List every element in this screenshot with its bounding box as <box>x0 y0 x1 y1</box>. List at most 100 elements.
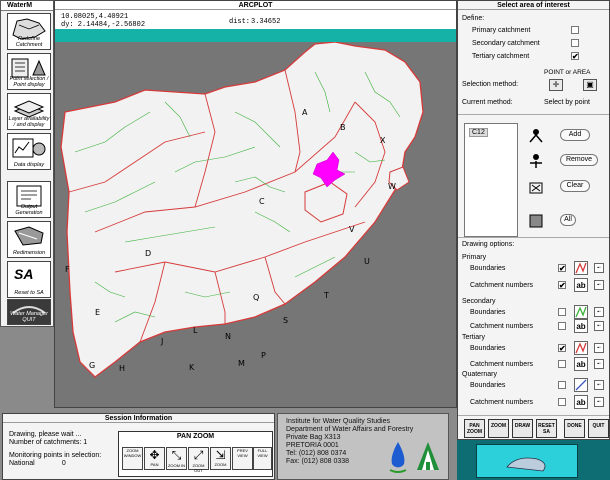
output-generation-button[interactable]: Output Generation <box>7 181 51 218</box>
line-style-icon <box>575 306 587 318</box>
reset-sa-label: Reset to SA <box>14 290 44 296</box>
map-label-d: D <box>145 249 151 258</box>
coordinate-xy: 10.08025,4.40921 <box>61 13 129 21</box>
secondary-boundary-style-button[interactable]: ▪▫ <box>594 307 604 317</box>
prev-view-button[interactable]: PREV VIEW <box>232 447 253 470</box>
tertiary-boundary-style-button[interactable]: ▪▫ <box>594 343 604 353</box>
map-label-l: L <box>193 326 198 335</box>
map-canvas[interactable]: A B X W C D V U F T E S J L N K M P G H <box>55 42 456 407</box>
redimension-label: Redimension <box>12 250 46 256</box>
zoom-window-button[interactable]: ZOOM WINDOW <box>122 447 143 470</box>
full-view-button[interactable]: FULL VIEW <box>253 447 272 470</box>
map-label-f: F <box>65 265 70 274</box>
zoom-in-arrows-icon: ⤡ <box>171 448 182 462</box>
tertiary-boundaries-checkbox[interactable]: ✔ <box>558 344 566 353</box>
map-label-s: S <box>283 316 288 325</box>
primary-catchment-checkbox[interactable] <box>571 26 579 34</box>
tertiary-boundary-color-button[interactable] <box>574 341 588 355</box>
crosshair-icon: ✛ <box>552 80 560 89</box>
catchment-count: Number of catchments: 1 <box>9 439 88 446</box>
secondary-catchment-checkbox[interactable] <box>571 39 579 47</box>
primary-numbers-style-button[interactable]: ▪▫ <box>594 280 604 290</box>
reset-sa-bottom-button[interactable]: RESET SA <box>536 419 557 438</box>
quaternary-boundaries-label: Boundaries <box>470 382 506 389</box>
secondary-numbers-style-button[interactable]: ▪▫ <box>594 321 604 331</box>
quaternary-boundaries-checkbox[interactable] <box>558 381 566 389</box>
redimension-button[interactable]: Redimension <box>7 221 51 258</box>
zoom-out-button[interactable]: ⤢ ZOOM OUT <box>188 447 209 473</box>
quaternary-numbers-style-button[interactable]: ▪▫ <box>594 397 604 407</box>
redefine-catchment-button[interactable]: Redefine Catchment <box>7 13 51 50</box>
background-map-icon <box>506 457 546 472</box>
quaternary-numbers-checkbox[interactable] <box>558 398 566 406</box>
point-selection-button[interactable]: Point selection / Point display <box>7 53 51 90</box>
secondary-numbers-label: Catchment numbers <box>470 323 534 330</box>
zoom-in-label: ZOOM IN <box>167 463 186 468</box>
dots-icon: ▪▫ <box>597 399 601 405</box>
clear-button[interactable]: Clear <box>560 180 590 192</box>
secondary-boundaries-label: Boundaries <box>470 309 506 316</box>
left-toolbar: WaterM Redefine Catchment Point selectio… <box>0 0 54 327</box>
remove-button[interactable]: Remove <box>560 154 598 166</box>
all-button[interactable]: All <box>560 214 576 226</box>
all-figure-icon <box>529 214 543 228</box>
map-label-c: C <box>259 197 265 206</box>
line-style-icon <box>575 379 587 391</box>
selected-catchments-list[interactable]: C12 <box>464 123 518 237</box>
left-toolbar-title: WaterM <box>1 1 53 11</box>
map-label-u: U <box>364 257 370 266</box>
secondary-group-label: Secondary <box>462 298 496 305</box>
dots-icon: ▪▫ <box>597 323 601 329</box>
primary-boundaries-checkbox[interactable]: ✔ <box>558 264 566 273</box>
pan-button[interactable]: ✥ PAN <box>144 447 165 470</box>
data-display-button[interactable]: Data display <box>7 133 51 170</box>
national-count: National 0 <box>9 460 66 467</box>
quit-button[interactable]: QUIT <box>588 419 609 438</box>
define-label: Define: <box>462 15 485 22</box>
catchment-map[interactable]: A B X W C D V U F T E S J L N K M P G H <box>55 42 456 407</box>
tertiary-catchment-checkbox[interactable]: ✔ <box>571 52 579 61</box>
select-point-button[interactable]: ✛ <box>549 79 563 91</box>
secondary-numbers-font-button[interactable]: ab <box>574 319 588 333</box>
background-window-strip <box>457 440 610 480</box>
reset-sa-button[interactable]: SA Reset to SA <box>7 261 51 298</box>
zoom-scale-button[interactable]: ⇲ ZOOM <box>210 447 231 470</box>
department-name: Department of Water Affairs and Forestry <box>286 426 414 433</box>
layer-availability-button[interactable]: Layer availability / and display <box>7 93 51 130</box>
coordinate-delta: dy: 2.14484,-2.56802 <box>61 21 146 29</box>
tertiary-numbers-font-button[interactable]: ab <box>574 357 588 371</box>
quaternary-boundary-style-button[interactable]: ▪▫ <box>594 380 604 390</box>
tertiary-numbers-style-button[interactable]: ▪▫ <box>594 359 604 369</box>
tertiary-numbers-checkbox[interactable] <box>558 360 566 368</box>
map-label-m: M <box>238 359 245 368</box>
pan-zoom-button[interactable]: PAN ZOOM <box>464 419 485 438</box>
secondary-boundary-color-button[interactable] <box>574 305 588 319</box>
tertiary-group-label: Tertiary <box>462 334 485 341</box>
primary-numbers-font-button[interactable]: ab <box>574 278 588 292</box>
primary-boundary-style-button[interactable]: ▪▫ <box>594 263 604 273</box>
primary-boundary-color-button[interactable] <box>574 261 588 275</box>
quit-water-manager-button[interactable]: Water Manager QUIT <box>7 299 51 325</box>
dots-icon: ▪▫ <box>597 382 601 388</box>
secondary-boundaries-checkbox[interactable] <box>558 308 566 316</box>
point-or-area-label: POINT or AREA <box>544 69 591 76</box>
list-item[interactable]: C12 <box>469 128 488 137</box>
select-area-panel: Select area of interest Define: Primary … <box>457 0 610 440</box>
add-button[interactable]: Add <box>560 129 590 141</box>
prev-view-label: PREV VIEW <box>237 448 248 458</box>
done-button[interactable]: DONE <box>564 419 585 438</box>
secondary-numbers-checkbox[interactable] <box>558 322 566 330</box>
south-africa-outline <box>60 42 424 378</box>
water-drop-icon <box>389 442 407 473</box>
arcplot-window: ARCPLOT 10.08025,4.40921 dy: 2.14484,-2.… <box>54 0 457 408</box>
map-label-a: A <box>302 108 308 117</box>
quaternary-boundary-color-button[interactable] <box>574 378 588 392</box>
quaternary-numbers-font-button[interactable]: ab <box>574 395 588 409</box>
draw-button[interactable]: DRAW <box>512 419 533 438</box>
select-area-button[interactable]: ▣ <box>583 79 597 91</box>
zoom-in-button[interactable]: ⤡ ZOOM IN <box>166 447 187 470</box>
primary-catchment-label: Primary catchment <box>472 27 531 34</box>
zoom-button[interactable]: ZOOM <box>488 419 509 438</box>
primary-numbers-checkbox[interactable]: ✔ <box>558 281 566 290</box>
map-label-q: Q <box>253 293 259 302</box>
